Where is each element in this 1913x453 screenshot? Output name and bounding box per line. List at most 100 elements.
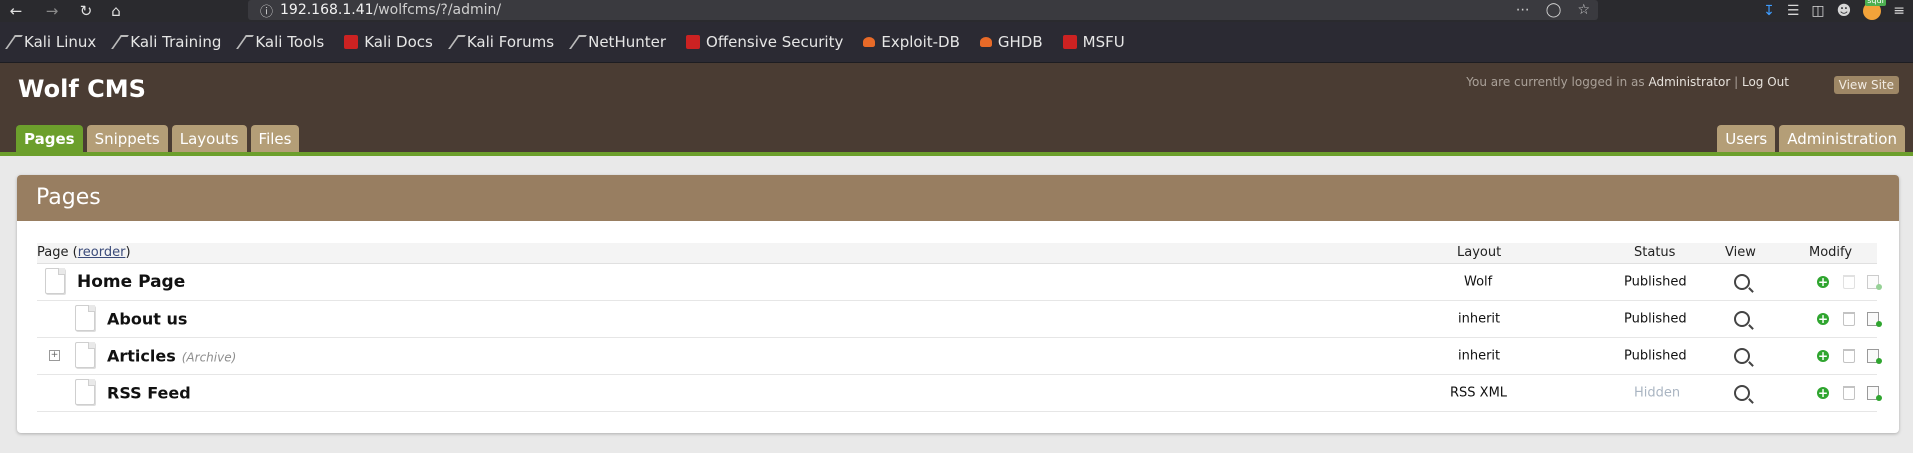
add-icon[interactable]: + <box>1817 276 1829 288</box>
bookmark-kali-tools[interactable]: Kali Tools <box>231 33 334 51</box>
account-icon[interactable]: ☻ <box>1837 3 1852 19</box>
reorder-link[interactable]: reorder <box>78 245 126 260</box>
pages-panel: Pages Page (reorder) Layout Status View … <box>17 175 1899 433</box>
bookmark-offensive-security[interactable]: Offensive Security <box>676 33 853 51</box>
col-modify: Modify <box>1809 245 1853 260</box>
bookmark-label: Exploit-DB <box>881 33 960 51</box>
trash-icon[interactable] <box>1843 312 1855 326</box>
logout-link[interactable]: Log Out <box>1742 75 1789 89</box>
kali-icon <box>111 35 130 49</box>
tab-layouts[interactable]: Layouts <box>171 125 247 153</box>
bookmark-label: Kali Training <box>130 33 222 51</box>
page-title-link[interactable]: RSS Feed <box>107 384 191 403</box>
bookmark-ghdb[interactable]: GHDB <box>970 33 1053 51</box>
bookmark-exploit-db[interactable]: Exploit-DB <box>853 33 970 51</box>
search-icon[interactable] <box>1734 385 1750 401</box>
tab-files[interactable]: Files <box>250 125 300 153</box>
search-icon[interactable] <box>1734 348 1750 364</box>
tab-administration[interactable]: Administration <box>1779 125 1905 153</box>
bookmark-label: Kali Docs <box>364 33 433 51</box>
panel-heading: Pages <box>17 175 1899 221</box>
bookmark-kali-docs[interactable]: Kali Docs <box>334 33 443 51</box>
menu-icon[interactable]: ≡ <box>1893 3 1905 19</box>
offsec-icon <box>1062 35 1077 49</box>
page-title-link[interactable]: About us <box>107 310 187 329</box>
layout-value: inherit <box>1458 311 1501 327</box>
bookmark-nethunter[interactable]: NetHunter <box>564 33 676 51</box>
search-icon[interactable] <box>1734 274 1750 290</box>
layout-value: Wolf <box>1464 274 1493 290</box>
status-value: Hidden <box>1634 385 1681 401</box>
url-host: 192.168.1.41 <box>280 2 374 18</box>
status-value: Published <box>1624 311 1687 327</box>
info-icon[interactable]: ⓘ <box>260 1 273 20</box>
tab-users[interactable]: Users <box>1717 125 1776 153</box>
col-view: View <box>1725 245 1756 260</box>
trash-icon[interactable] <box>1843 386 1855 400</box>
bookmarks-bar: Kali Linux Kali Training Kali Tools Kali… <box>0 22 1913 63</box>
page-icon <box>75 305 95 331</box>
back-icon[interactable]: ← <box>4 0 28 22</box>
tab-pages[interactable]: Pages <box>16 125 83 153</box>
trash-icon <box>1843 275 1855 289</box>
page-title-link[interactable]: Home Page <box>77 272 185 292</box>
table-row: + Articles (Archive) inherit Published + <box>37 338 1882 375</box>
tab-underline <box>0 152 1913 156</box>
pocket-icon[interactable]: ◯ <box>1546 2 1562 18</box>
page-icon <box>45 268 65 294</box>
more-icon[interactable]: ⋯ <box>1516 2 1530 18</box>
bookmark-kali-forums[interactable]: Kali Forums <box>443 33 564 51</box>
col-status: Status <box>1634 245 1676 260</box>
copy-icon[interactable] <box>1867 386 1882 401</box>
status-value: Published <box>1624 348 1687 364</box>
login-prefix: You are currently logged in as <box>1466 75 1645 89</box>
table-header: Page (reorder) Layout Status View Modify <box>37 243 1877 264</box>
copy-icon <box>1867 275 1882 290</box>
main-tabs: Pages Snippets Layouts Files <box>16 125 300 153</box>
exploitdb-icon <box>863 37 876 47</box>
add-icon[interactable]: + <box>1817 313 1829 325</box>
bookmark-kali-training[interactable]: Kali Training <box>106 33 231 51</box>
page-title-link[interactable]: Articles <box>107 347 176 366</box>
expand-icon[interactable]: + <box>49 350 60 361</box>
login-info: You are currently logged in as Administr… <box>1466 75 1789 89</box>
copy-icon[interactable] <box>1867 349 1882 364</box>
bookmark-kali-linux[interactable]: Kali Linux <box>0 33 106 51</box>
reload-icon[interactable]: ↻ <box>74 0 98 22</box>
url-text[interactable]: 192.168.1.41/wolfcms/?/admin/ <box>280 0 501 20</box>
copy-icon[interactable] <box>1867 312 1882 327</box>
download-icon[interactable]: ↧ <box>1763 3 1775 19</box>
admin-tabs: Users Administration <box>1717 125 1905 153</box>
username-link[interactable]: Administrator <box>1648 75 1730 89</box>
search-icon[interactable] <box>1734 311 1750 327</box>
bookmark-label: Offensive Security <box>706 33 844 51</box>
extension-icon[interactable]: squi <box>1863 0 1886 20</box>
table-row: RSS Feed RSS XML Hidden + <box>37 375 1882 412</box>
page-icon <box>75 379 95 405</box>
library-icon[interactable]: ☰ <box>1787 3 1800 19</box>
cms-header: Wolf CMS You are currently logged in as … <box>0 63 1913 153</box>
bookmark-label: Kali Tools <box>255 33 325 51</box>
add-icon[interactable]: + <box>1817 350 1829 362</box>
pages-table: Page (reorder) Layout Status View Modify… <box>37 243 1882 412</box>
table-row: Home Page Wolf Published + <box>37 264 1882 301</box>
kali-icon <box>569 35 588 49</box>
tab-snippets[interactable]: Snippets <box>86 125 168 153</box>
browser-toolbar: ← → ↻ ⌂ ⓘ 192.168.1.41/wolfcms/?/admin/ … <box>0 0 1913 22</box>
bookmark-msfu[interactable]: MSFU <box>1053 33 1135 51</box>
forward-icon[interactable]: → <box>40 0 64 22</box>
table-row: About us inherit Published + <box>37 301 1882 338</box>
home-icon[interactable]: ⌂ <box>104 0 128 22</box>
add-icon[interactable]: + <box>1817 387 1829 399</box>
trash-icon[interactable] <box>1843 349 1855 363</box>
offsec-icon <box>686 35 701 49</box>
page-title-cell: Articles (Archive) <box>107 347 236 366</box>
bookmark-label: NetHunter <box>588 33 667 51</box>
avatar-badge: squi <box>1865 0 1886 6</box>
view-site-button[interactable]: View Site <box>1833 76 1899 94</box>
star-icon[interactable]: ☆ <box>1577 2 1590 18</box>
sidebar-icon[interactable]: ◫ <box>1811 3 1824 19</box>
page-icon <box>75 342 95 368</box>
site-title: Wolf CMS <box>18 75 146 103</box>
url-bar[interactable]: ⓘ 192.168.1.41/wolfcms/?/admin/ ⋯ ◯ ☆ <box>248 0 1598 20</box>
